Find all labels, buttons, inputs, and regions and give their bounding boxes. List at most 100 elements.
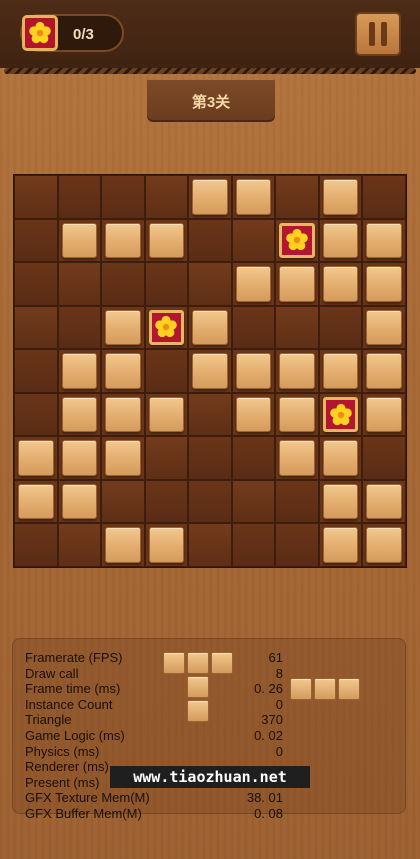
- board-cell-empty[interactable]: [101, 479, 145, 524]
- board-cell-empty[interactable]: [188, 523, 232, 567]
- board-cell-empty[interactable]: [362, 175, 406, 219]
- board-cell-empty[interactable]: [188, 479, 232, 524]
- board-cell-wood-block[interactable]: [362, 262, 406, 306]
- board-cell-empty[interactable]: [144, 349, 189, 393]
- wood-block: [148, 222, 185, 259]
- board-cell-wood-block[interactable]: [144, 218, 189, 263]
- stat-value: 370: [261, 712, 283, 728]
- wood-block: [105, 309, 141, 346]
- debug-stats-panel: Framerate (FPS) 61 Draw call 8 Frame time (m…: [25, 650, 295, 822]
- board-cell-wood-block[interactable]: [362, 349, 406, 393]
- stat-label: Frame time (ms): [25, 681, 121, 697]
- board-cell-wood-block[interactable]: [57, 392, 102, 437]
- board-cell-wood-block[interactable]: [101, 436, 145, 480]
- board-cell-wood-block[interactable]: [231, 262, 276, 306]
- board-cell-wood-block[interactable]: [57, 349, 102, 393]
- wood-block: [322, 353, 359, 389]
- board-cell-wood-block[interactable]: [275, 436, 319, 480]
- board-cell-wood-block[interactable]: [14, 479, 58, 524]
- board-cell-empty[interactable]: [318, 305, 363, 350]
- board-cell-empty[interactable]: [14, 523, 58, 567]
- board-cell-wood-block[interactable]: [14, 436, 58, 480]
- board-cell-wood-block[interactable]: [188, 349, 232, 393]
- board-cell-wood-block[interactable]: [318, 175, 363, 219]
- board-cell-empty[interactable]: [57, 523, 102, 567]
- board-cell-wood-block[interactable]: [318, 218, 363, 263]
- board-cell-wood-block[interactable]: [362, 523, 406, 567]
- board-cell-wood-block[interactable]: [57, 436, 102, 480]
- board-cell-wood-block[interactable]: [101, 349, 145, 393]
- board-cell-empty[interactable]: [14, 175, 58, 219]
- wood-block: [279, 396, 315, 433]
- board-cell-wood-block[interactable]: [362, 305, 406, 350]
- board-cell-empty[interactable]: [14, 305, 58, 350]
- pause-icon-bar-right: [381, 22, 387, 46]
- board-cell-empty[interactable]: [14, 392, 58, 437]
- board-cell-empty[interactable]: [275, 479, 319, 524]
- board-cell-empty[interactable]: [362, 436, 406, 480]
- board-cell-empty[interactable]: [231, 305, 276, 350]
- stat-label: Present (ms): [25, 774, 100, 790]
- board-cell-flower-block[interactable]: [144, 305, 189, 350]
- board-cell-wood-block[interactable]: [144, 392, 189, 437]
- stat-label: Instance Count: [25, 696, 113, 712]
- board-cell-wood-block[interactable]: [275, 392, 319, 437]
- board-cell-wood-block[interactable]: [101, 523, 145, 567]
- board-cell-empty[interactable]: [231, 218, 276, 263]
- board-cell-empty[interactable]: [188, 262, 232, 306]
- board-cell-wood-block[interactable]: [57, 479, 102, 524]
- pause-button[interactable]: [355, 12, 401, 56]
- board-cell-wood-block[interactable]: [188, 305, 232, 350]
- board-cell-wood-block[interactable]: [318, 349, 363, 393]
- board-cell-empty[interactable]: [144, 436, 189, 480]
- board-cell-empty[interactable]: [14, 349, 58, 393]
- board-cell-wood-block[interactable]: [231, 175, 276, 219]
- board-cell-wood-block[interactable]: [231, 349, 276, 393]
- board-cell-wood-block[interactable]: [318, 436, 363, 480]
- wood-block: [105, 396, 141, 433]
- board-cell-flower-block[interactable]: [275, 218, 319, 263]
- board-cell-empty[interactable]: [275, 175, 319, 219]
- board-cell-flower-block[interactable]: [318, 392, 363, 437]
- board-cell-empty[interactable]: [144, 262, 189, 306]
- board-cell-empty[interactable]: [275, 305, 319, 350]
- board-cell-empty[interactable]: [144, 175, 189, 219]
- board-cell-wood-block[interactable]: [275, 349, 319, 393]
- wood-block: [322, 527, 359, 563]
- board-cell-wood-block[interactable]: [101, 218, 145, 263]
- board-cell-empty[interactable]: [231, 479, 276, 524]
- board-cell-wood-block[interactable]: [318, 479, 363, 524]
- wood-block: [235, 179, 272, 215]
- board-cell-empty[interactable]: [14, 262, 58, 306]
- wood-block: [279, 266, 315, 302]
- board-cell-empty[interactable]: [101, 262, 145, 306]
- board-cell-empty[interactable]: [57, 262, 102, 306]
- board-cell-empty[interactable]: [188, 218, 232, 263]
- board-cell-wood-block[interactable]: [231, 392, 276, 437]
- board-cell-wood-block[interactable]: [144, 523, 189, 567]
- game-board[interactable]: [14, 175, 406, 567]
- board-cell-empty[interactable]: [14, 218, 58, 263]
- board-cell-empty[interactable]: [144, 479, 189, 524]
- flower-icon: [322, 396, 359, 433]
- watermark: www.tiaozhuan.net: [110, 766, 310, 788]
- board-cell-wood-block[interactable]: [362, 479, 406, 524]
- board-cell-wood-block[interactable]: [318, 262, 363, 306]
- board-cell-wood-block[interactable]: [101, 392, 145, 437]
- board-cell-wood-block[interactable]: [101, 305, 145, 350]
- board-cell-empty[interactable]: [101, 175, 145, 219]
- board-cell-empty[interactable]: [188, 392, 232, 437]
- board-cell-wood-block[interactable]: [362, 392, 406, 437]
- board-cell-empty[interactable]: [188, 436, 232, 480]
- board-cell-wood-block[interactable]: [188, 175, 232, 219]
- board-cell-empty[interactable]: [231, 436, 276, 480]
- stat-row: Frame time (ms) 0. 26: [25, 681, 295, 697]
- board-cell-empty[interactable]: [231, 523, 276, 567]
- board-cell-wood-block[interactable]: [275, 262, 319, 306]
- board-cell-wood-block[interactable]: [57, 218, 102, 263]
- board-cell-wood-block[interactable]: [362, 218, 406, 263]
- board-cell-empty[interactable]: [275, 523, 319, 567]
- board-cell-empty[interactable]: [57, 175, 102, 219]
- board-cell-wood-block[interactable]: [318, 523, 363, 567]
- board-cell-empty[interactable]: [57, 305, 102, 350]
